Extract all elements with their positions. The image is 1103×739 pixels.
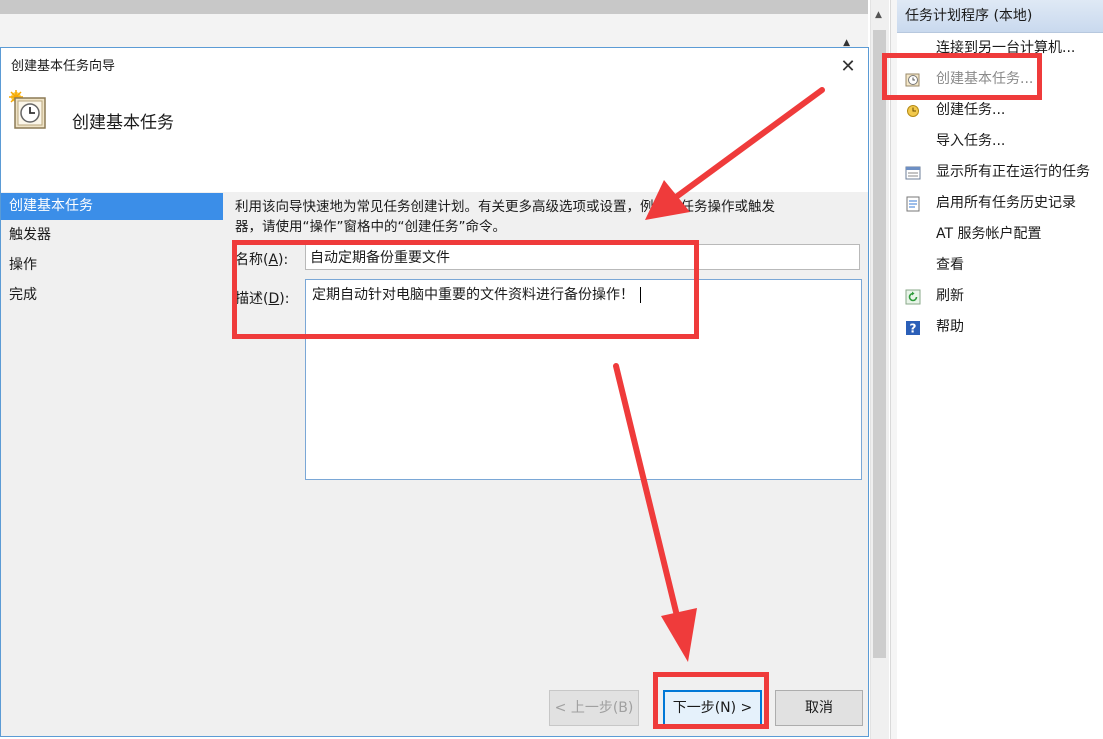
step-finish[interactable]: 完成 [1, 280, 223, 310]
action-label: 创建基本任务... [936, 71, 1034, 87]
background-scrollbar[interactable]: ▲ [870, 0, 889, 739]
task-name-value: 自动定期备份重要文件 [310, 250, 450, 266]
action-label: 导入任务... [936, 133, 1006, 149]
dialog-header: 创建基本任务 [1, 86, 868, 192]
close-icon[interactable]: ✕ [836, 48, 860, 86]
wizard-body: 创建基本任务 触发器 操作 完成 利用该向导快速地为常见任务创建计划。有关更多高… [1, 192, 868, 736]
action-create-task[interactable]: 创建任务... [897, 95, 1103, 126]
action-view[interactable]: 查看 [897, 250, 1103, 281]
clock-wizard-icon [905, 73, 920, 87]
action-create-basic-task[interactable]: 创建基本任务... [897, 64, 1103, 95]
help-icon: ? [906, 321, 920, 336]
background-window-toolbar: ▲ [0, 14, 868, 49]
action-import-task[interactable]: 导入任务... [897, 126, 1103, 157]
action-label: 查看 [936, 257, 964, 273]
action-label: AT 服务帐户配置 [936, 226, 1042, 242]
next-button[interactable]: 下一步(N) > [663, 690, 762, 726]
scrollbar-thumb[interactable] [873, 30, 886, 658]
dialog-heading: 创建基本任务 [72, 113, 174, 133]
actions-pane: 任务计划程序 (本地) 连接到另一台计算机... 创建基本任务... 创建任务.… [897, 0, 1103, 739]
description-label: 描述(D): [235, 291, 290, 307]
dialog-titlebar[interactable]: 创建基本任务向导 ✕ [1, 48, 868, 86]
cancel-button[interactable]: 取消 [775, 690, 863, 726]
task-icon [907, 105, 919, 117]
action-show-running-tasks[interactable]: 显示所有正在运行的任务 [897, 157, 1103, 188]
action-label: 帮助 [936, 319, 964, 335]
action-label: 显示所有正在运行的任务 [936, 164, 1090, 180]
wizard-content: 利用该向导快速地为常见任务创建计划。有关更多高级选项或设置，例如多任务操作或触发… [223, 192, 868, 736]
history-icon [906, 196, 920, 212]
action-connect-computer[interactable]: 连接到另一台计算机... [897, 33, 1103, 64]
name-label: 名称(A): [235, 252, 289, 268]
scroll-up-arrow-icon[interactable]: ▲ [875, 10, 882, 20]
step-action[interactable]: 操作 [1, 250, 223, 280]
actions-pane-header[interactable]: 任务计划程序 (本地) [897, 0, 1103, 33]
intro-line-2: 器，请使用“操作”窗格中的“创建任务”命令。 [235, 219, 506, 235]
task-description-value: 定期自动针对电脑中重要的文件资料进行备份操作！ [312, 287, 634, 303]
step-create-basic-task[interactable]: 创建基本任务 [1, 193, 223, 220]
intro-line-1: 利用该向导快速地为常见任务创建计划。有关更多高级选项或设置，例如多任务操作或触发 [235, 199, 775, 215]
action-label: 连接到另一台计算机... [936, 40, 1076, 56]
refresh-icon [905, 289, 921, 305]
action-label: 刷新 [936, 288, 964, 304]
dialog-title: 创建基本任务向导 [11, 59, 116, 74]
action-enable-history[interactable]: 启用所有任务历史记录 [897, 188, 1103, 219]
clock-wizard-icon [9, 90, 46, 129]
action-at-service-config[interactable]: AT 服务帐户配置 [897, 219, 1103, 250]
task-name-field[interactable]: 自动定期备份重要文件 [305, 244, 860, 270]
back-button[interactable]: < 上一步(B) [549, 690, 639, 726]
create-basic-task-wizard: 创建基本任务向导 ✕ 创建基本任务 创建基本任务 触发器 操作 完成 利用该向导… [0, 47, 869, 737]
text-caret [640, 287, 641, 303]
svg-text:?: ? [910, 322, 917, 336]
step-trigger[interactable]: 触发器 [1, 220, 223, 250]
actions-list: 连接到另一台计算机... 创建基本任务... 创建任务... 导入任务... 显… [897, 33, 1103, 343]
task-description-field[interactable]: 定期自动针对电脑中重要的文件资料进行备份操作！ [305, 279, 862, 480]
background-window-titlebar [0, 0, 868, 14]
action-label: 启用所有任务历史记录 [936, 195, 1076, 211]
action-refresh[interactable]: 刷新 [897, 281, 1103, 312]
action-label: 创建任务... [936, 102, 1006, 118]
wizard-steps: 创建基本任务 触发器 操作 完成 [1, 192, 223, 736]
action-help[interactable]: ? 帮助 [897, 312, 1103, 343]
intro-text: 利用该向导快速地为常见任务创建计划。有关更多高级选项或设置，例如多任务操作或触发… [235, 197, 845, 237]
running-tasks-icon [905, 166, 921, 180]
